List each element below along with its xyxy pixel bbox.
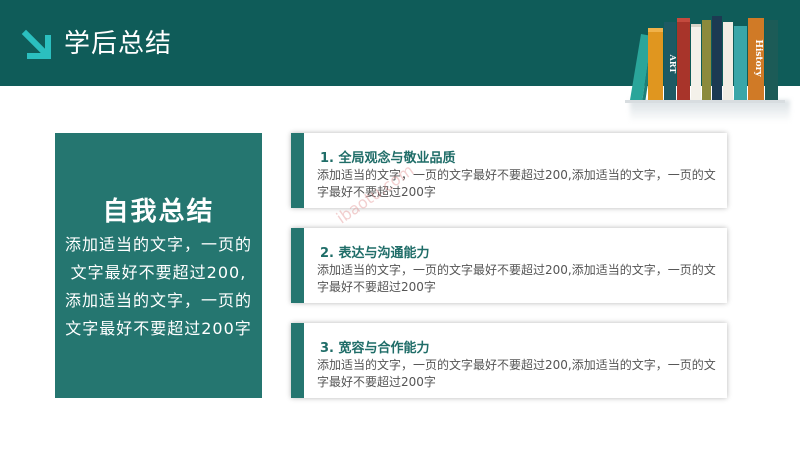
arrow-down-right-icon [21, 29, 51, 59]
page-title: 学后总结 [64, 29, 173, 59]
book-label-history: History [753, 39, 763, 77]
books-illustration: ART History [625, 16, 785, 103]
card-accent-bar [291, 228, 304, 303]
book-label-art: ART [668, 54, 678, 74]
summary-title: 自我总结 [102, 197, 215, 227]
summary-body: 添加适当的文字，一页的文字最好不要超过200,添加适当的文字，一页的文字最好不要… [64, 235, 252, 338]
summary-panel: 自我总结 添加适当的文字，一页的文字最好不要超过200,添加适当的文字，一页的文… [55, 133, 262, 398]
card-accent-bar [291, 323, 304, 398]
card-heading: 1. 全局观念与敬业品质 [320, 151, 456, 166]
card-text: 添加适当的文字，一页的文字最好不要超过200,添加适当的文字，一页的文字最好不要… [317, 263, 716, 294]
card-3: 3. 宽容与合作能力 添加适当的文字，一页的文字最好不要超过200,添加适当的文… [291, 323, 727, 398]
card-accent-bar [291, 133, 304, 208]
card-text: 添加适当的文字，一页的文字最好不要超过200,添加适当的文字，一页的文字最好不要… [317, 358, 716, 389]
card-heading: 3. 宽容与合作能力 [320, 341, 430, 356]
